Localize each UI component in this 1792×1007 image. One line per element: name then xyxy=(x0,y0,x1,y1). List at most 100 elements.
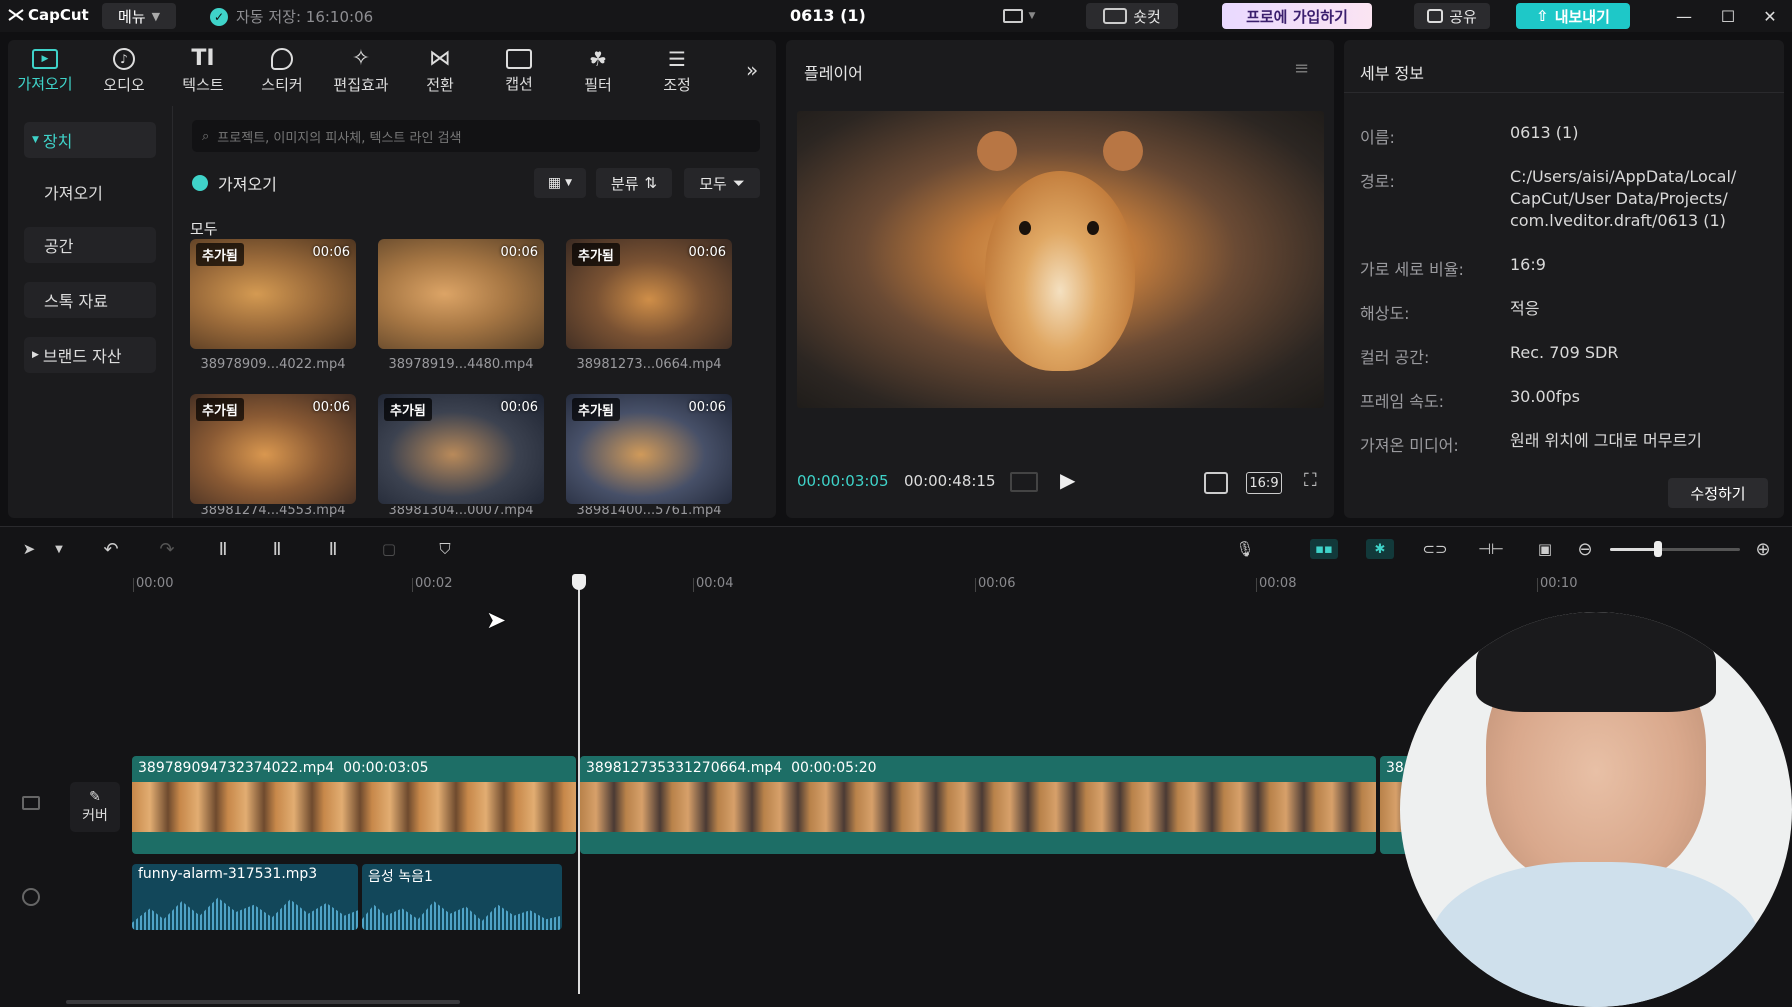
ruler-tick xyxy=(412,578,413,592)
ruler-label: 00:08 xyxy=(1259,576,1297,591)
tab-sticker[interactable]: 스티커 xyxy=(247,42,317,100)
info-key-name: 이름: xyxy=(1360,128,1395,147)
pro-signup-button[interactable]: 프로에 가입하기 xyxy=(1222,3,1372,29)
auto-snap-icon[interactable]: ✱ xyxy=(1366,539,1394,559)
zoom-slider[interactable] xyxy=(1610,541,1740,557)
select-cursor-icon[interactable]: ➤ xyxy=(16,536,42,562)
media-thumb[interactable]: 추가됨 00:06 xyxy=(566,394,732,504)
layout-button[interactable]: ▼ xyxy=(996,3,1042,29)
sidebar-item-space[interactable]: 공간 xyxy=(24,227,156,263)
media-thumb[interactable]: 추가됨 00:06 xyxy=(566,239,732,349)
close-icon[interactable]: ✕ xyxy=(1760,6,1780,26)
menu-button[interactable]: 메뉴 ▼ xyxy=(102,3,176,29)
section-label: 모두 xyxy=(190,220,218,238)
info-value-resolution: 적응 xyxy=(1510,299,1540,318)
shortcut-button[interactable]: 숏컷 xyxy=(1086,3,1178,29)
audio-track-icon[interactable] xyxy=(22,888,40,906)
tab-text[interactable]: TI 텍스트 xyxy=(168,42,238,100)
video-preview[interactable] xyxy=(797,111,1324,408)
export-button[interactable]: ⇧ 내보내기 xyxy=(1516,3,1630,29)
text-icon: TI xyxy=(191,45,215,71)
undo-icon[interactable]: ↶ xyxy=(98,536,124,562)
ruler-tick xyxy=(975,578,976,592)
sidebar-item-brand[interactable]: ▶ 브랜드 자산 xyxy=(24,337,156,373)
audio-clip-label: funny-alarm-317531.mp3 xyxy=(138,866,318,882)
more-tabs-icon[interactable]: » xyxy=(746,58,758,82)
duration-label: 00:06 xyxy=(500,245,538,260)
info-key-imported-media: 가져온 미디어: xyxy=(1360,436,1459,455)
thumbnail-toggle-icon[interactable]: ▣ xyxy=(1532,536,1558,562)
marker-icon[interactable]: ⛉ xyxy=(432,536,458,562)
tab-adjust[interactable]: ☰ 조정 xyxy=(642,42,712,100)
import-button[interactable]: 가져오기 xyxy=(192,168,277,198)
player-menu-icon[interactable]: ≡ xyxy=(1294,58,1309,79)
upload-icon: ⇧ xyxy=(1536,7,1549,25)
player-title: 플레이어 xyxy=(804,64,863,83)
playhead-handle[interactable] xyxy=(572,574,586,590)
clip-label: 38 xyxy=(1386,760,1404,776)
thumb-name: 38978919...4480.mp4 xyxy=(388,357,534,372)
tab-audio[interactable]: ♪ 오디오 xyxy=(89,42,159,100)
split-left-icon[interactable]: Ⅱ xyxy=(264,536,290,562)
media-thumb[interactable]: 00:06 xyxy=(378,239,544,349)
caption-icon xyxy=(506,48,532,69)
ruler-tick xyxy=(1537,578,1538,592)
video-clip[interactable]: 389812735331270664.mp4 00:00:05:20 xyxy=(580,756,1376,854)
play-icon[interactable]: ▶ xyxy=(1060,468,1075,492)
thumb-name: 38981273...0664.mp4 xyxy=(576,357,722,372)
sort-button[interactable]: 분류 ⇅ xyxy=(596,168,672,198)
audio-clip[interactable]: 음성 녹음1 xyxy=(362,864,562,930)
zoom-out-icon[interactable]: ⊖ xyxy=(1572,536,1598,562)
caret-down-icon: ▼ xyxy=(32,135,39,145)
adjust-icon: ☰ xyxy=(668,46,686,71)
media-thumb[interactable]: 추가됨 00:06 xyxy=(378,394,544,504)
total-time: 00:00:48:15 xyxy=(904,472,996,490)
media-thumb[interactable]: 추가됨 00:06 xyxy=(190,394,356,504)
media-thumb[interactable]: 추가됨 00:06 xyxy=(190,239,356,349)
person-hair xyxy=(1476,612,1716,712)
sidebar-item-stock[interactable]: 스톡 자료 xyxy=(24,282,156,318)
keyboard-icon xyxy=(1103,8,1128,24)
chevron-down-icon[interactable]: ▼ xyxy=(46,536,72,562)
preview-axis-icon[interactable]: ⊣⊢ xyxy=(1478,536,1504,562)
view-toggle-button[interactable]: ▦ ▼ xyxy=(534,168,586,198)
timecode-grid-icon[interactable] xyxy=(1010,472,1038,492)
filter-button[interactable]: 모두 ⏷ xyxy=(684,168,760,198)
split-right-icon[interactable]: Ⅱ xyxy=(320,536,346,562)
cover-button[interactable]: ✎ 커버 xyxy=(70,782,120,832)
tab-caption[interactable]: 캡션 xyxy=(484,42,554,100)
link-icon[interactable]: ⊂⊃ xyxy=(1422,536,1448,562)
ruler-tick xyxy=(133,578,134,592)
fullscreen-icon[interactable]: ⛶ xyxy=(1304,470,1317,491)
audio-clip[interactable]: funny-alarm-317531.mp3 xyxy=(132,864,358,930)
zoom-slider-handle[interactable] xyxy=(1654,541,1662,557)
main-track-magnet-icon[interactable]: ▪▪ xyxy=(1310,539,1338,559)
tab-import[interactable]: ▶ 가져오기 xyxy=(10,42,80,100)
split-icon[interactable]: Ⅱ xyxy=(210,536,236,562)
import-dot-icon xyxy=(192,175,208,191)
playhead-line[interactable] xyxy=(578,580,580,994)
thumb-name: 38981304...0007.mp4 xyxy=(388,506,534,518)
zoom-in-icon[interactable]: ⊕ xyxy=(1750,536,1776,562)
sidebar-item-device[interactable]: ▼ 장치 xyxy=(24,122,156,158)
info-value-name: 0613 (1) xyxy=(1510,123,1579,142)
maximize-icon[interactable]: ☐ xyxy=(1718,6,1738,26)
info-key-resolution: 해상도: xyxy=(1360,304,1410,323)
sidebar-item-import[interactable]: 가져오기 xyxy=(24,174,156,210)
search-input[interactable]: ⌕ 프로젝트, 이미지의 피사체, 텍스트 라인 검색 xyxy=(192,120,760,152)
share-button[interactable]: 공유 xyxy=(1414,3,1490,29)
edit-button[interactable]: 수정하기 xyxy=(1668,478,1768,508)
microphone-icon[interactable]: 🎙 xyxy=(1232,536,1258,562)
video-track-icon[interactable] xyxy=(22,796,40,810)
tab-transition[interactable]: ⋈ 전환 xyxy=(405,42,475,100)
tab-filter[interactable]: ☘ 필터 xyxy=(563,42,633,100)
timeline-divider xyxy=(0,526,1792,527)
delete-icon[interactable]: ▢ xyxy=(376,536,402,562)
minimize-icon[interactable]: — xyxy=(1674,6,1694,26)
redo-icon[interactable]: ↷ xyxy=(154,536,180,562)
tab-effects[interactable]: ✧ 편집효과 xyxy=(326,42,396,100)
zoom-fit-icon[interactable] xyxy=(1204,472,1228,494)
ratio-button[interactable]: 16:9 xyxy=(1246,472,1282,494)
video-clip[interactable]: 389789094732374022.mp4 00:00:03:05 xyxy=(132,756,576,854)
timeline-scrollbar[interactable] xyxy=(66,1000,460,1004)
